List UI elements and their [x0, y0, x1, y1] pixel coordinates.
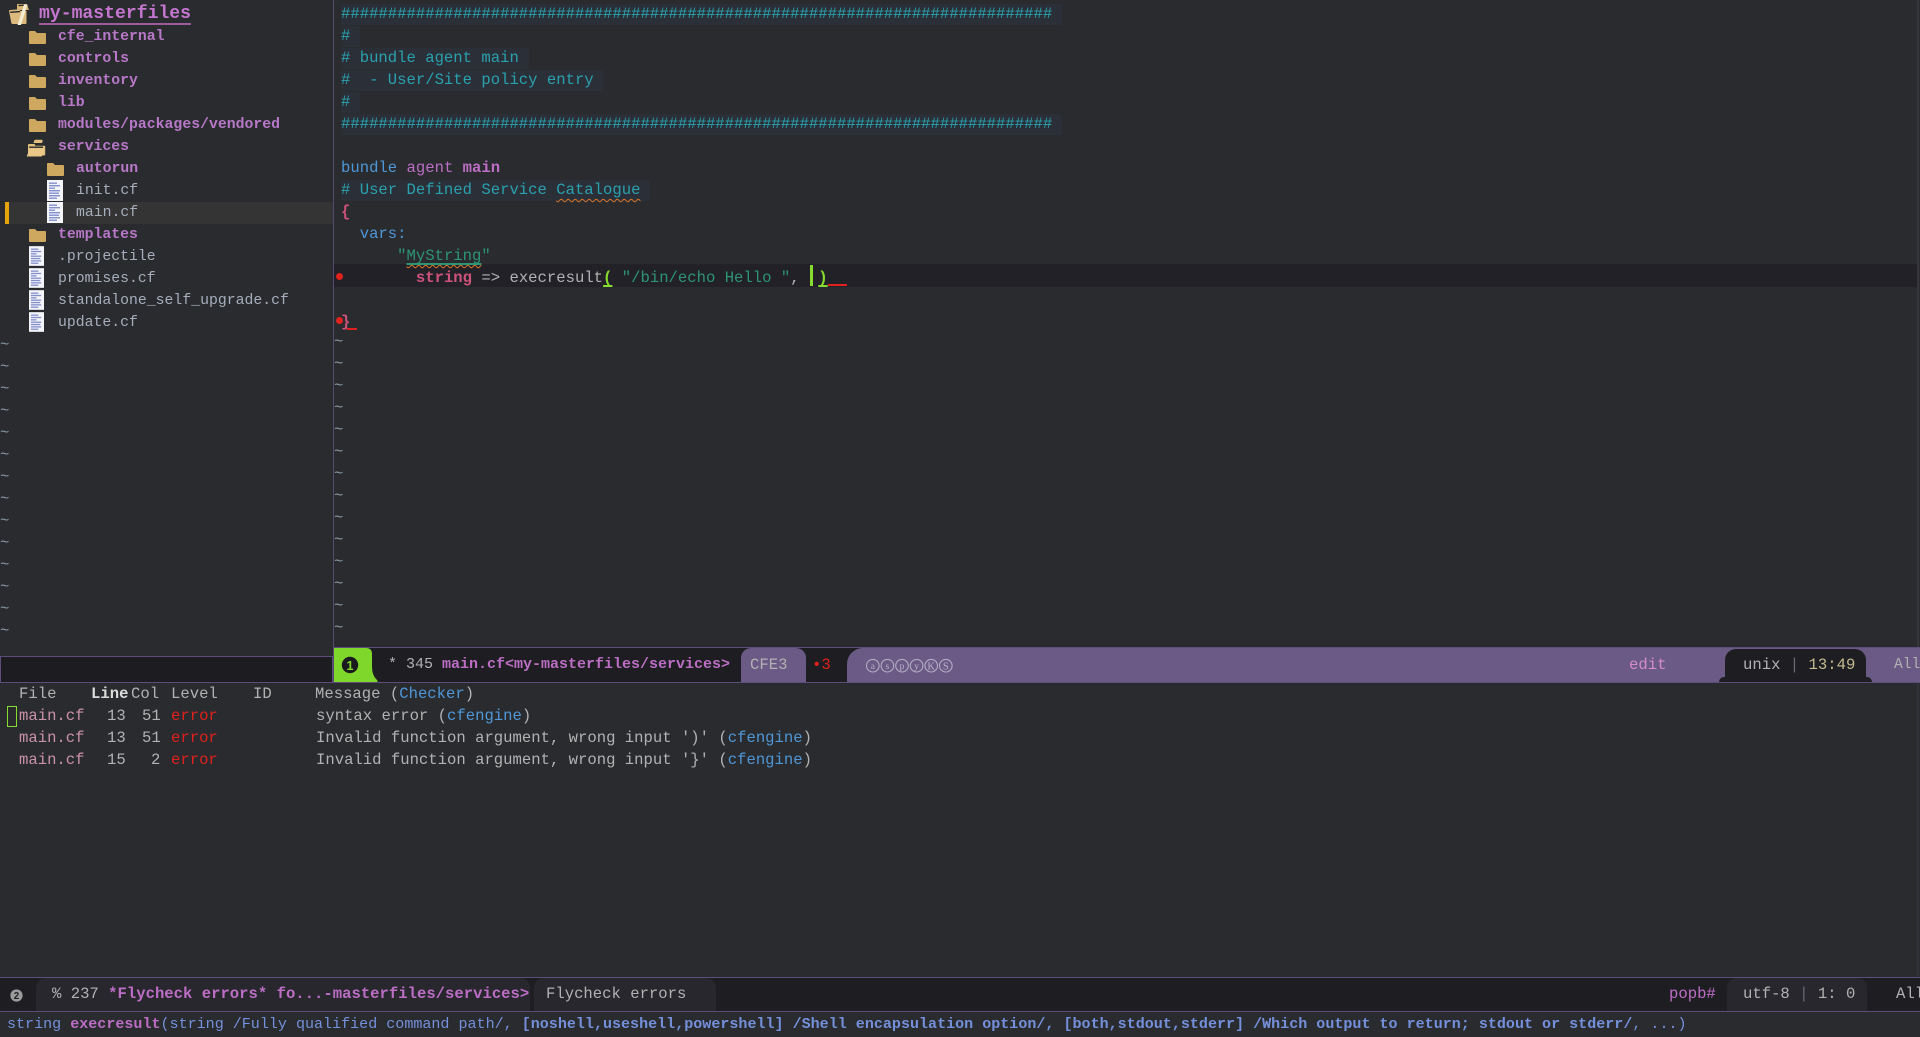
svg-text:1: 1: [346, 658, 353, 673]
svg-text:2: 2: [14, 991, 20, 1002]
svg-text:a: a: [871, 662, 876, 672]
svg-text:y: y: [914, 662, 919, 672]
svg-text:K: K: [927, 661, 935, 672]
svg-text:s: s: [886, 662, 890, 672]
svg-text:S: S: [943, 661, 949, 672]
svg-text:p: p: [900, 662, 905, 672]
